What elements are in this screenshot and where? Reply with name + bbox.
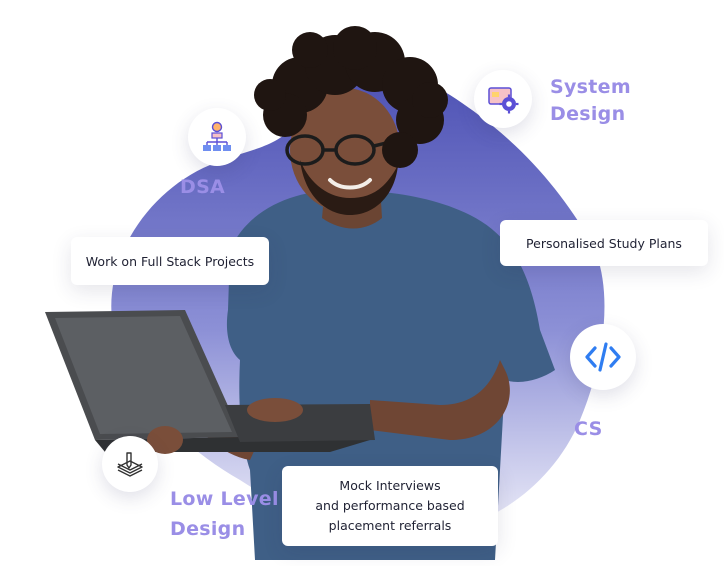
- layers-pen-icon: [117, 452, 143, 477]
- cs-label: CS: [574, 418, 603, 440]
- cs-icon-circle: [570, 324, 636, 390]
- full-stack-card: Work on Full Stack Projects: [71, 237, 269, 285]
- system-design-gear-icon: [488, 87, 519, 114]
- flowchart-icon: [203, 121, 231, 151]
- dsa-label: DSA: [180, 176, 226, 198]
- system-design-icon-circle: [474, 70, 532, 128]
- mock-interviews-line-1: Mock Interviews: [339, 478, 441, 493]
- code-brackets-icon: [585, 342, 621, 372]
- study-plans-card-text: Personalised Study Plans: [526, 235, 682, 251]
- mock-interviews-line-2: and performance based: [315, 498, 465, 513]
- dsa-icon-circle: [188, 108, 246, 166]
- mock-interviews-card: Mock Interviews and performance based pl…: [282, 466, 498, 546]
- full-stack-card-text: Work on Full Stack Projects: [85, 253, 255, 269]
- system-design-label: System Design: [550, 76, 631, 125]
- hero-illustration: System Design DSA CS Low Level Design Wo…: [0, 0, 724, 566]
- low-level-design-label: Low Level Design: [170, 488, 279, 540]
- mock-interviews-line-3: placement referrals: [328, 518, 452, 533]
- study-plans-card: Personalised Study Plans: [500, 220, 708, 266]
- low-level-design-icon-circle: [102, 436, 158, 492]
